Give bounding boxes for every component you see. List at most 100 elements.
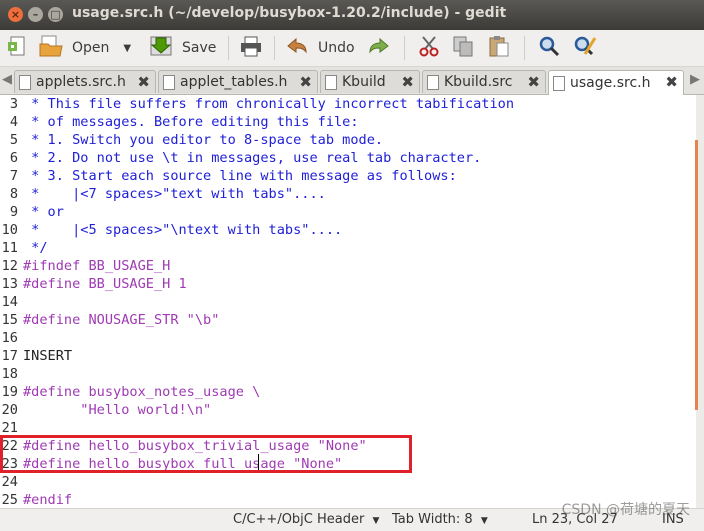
code-text[interactable]: * of messages. Before editing this file:	[23, 113, 358, 131]
open-button[interactable]: Open ▼	[38, 34, 131, 62]
line-number: 24	[1, 474, 18, 490]
tab-label: Kbuild.src	[444, 74, 513, 90]
document-icon	[325, 74, 337, 90]
tab-label: usage.src.h	[570, 75, 651, 91]
code-line[interactable]: 5 * 1. Switch you editor to 8-space tab …	[0, 131, 383, 149]
tab-width-selector[interactable]: Tab Width: 8 ▼	[392, 512, 488, 527]
code-line[interactable]: 7 * 3. Start each source line with messa…	[0, 167, 457, 185]
line-number: 14	[1, 294, 18, 310]
search-replace-button[interactable]	[572, 34, 598, 62]
code-line[interactable]: 24	[0, 473, 23, 491]
code-text[interactable]: */	[23, 239, 47, 257]
close-tab-icon[interactable]: ✖	[527, 73, 540, 91]
code-text[interactable]: * |<5 spaces>"\ntext with tabs"....	[23, 221, 342, 239]
code-text[interactable]: #endif	[23, 491, 72, 508]
tab-usage-src-h[interactable]: usage.src.h ✖	[548, 70, 684, 95]
tab-applet-tables-h[interactable]: applet_tables.h ✖	[158, 70, 318, 93]
code-text[interactable]: "Hello world!\n"	[23, 401, 211, 419]
scrollbar-thumb[interactable]	[695, 140, 698, 410]
close-tab-icon[interactable]: ✖	[665, 73, 678, 91]
code-line[interactable]: 9 * or	[0, 203, 64, 221]
code-line[interactable]: 25 #endif	[0, 491, 72, 508]
code-text[interactable]: #define NOUSAGE_STR "\b"	[23, 311, 219, 329]
line-number: 15	[1, 312, 18, 328]
open-label: Open	[72, 40, 110, 56]
tab-label: applet_tables.h	[180, 74, 288, 90]
save-button[interactable]: Save	[148, 34, 216, 62]
tab-scroll-left-icon[interactable]: ◀	[2, 72, 12, 87]
code-line[interactable]: 8 * |<7 spaces>"text with tabs"....	[0, 185, 326, 203]
tab-kbuild[interactable]: Kbuild ✖	[320, 70, 420, 93]
code-line[interactable]: 19 #define busybox_notes_usage \	[0, 383, 261, 401]
code-line[interactable]: 10 * |<5 spaces>"\ntext with tabs"....	[0, 221, 343, 239]
code-text[interactable]: #define BB_USAGE_H 1	[23, 275, 187, 293]
new-document-button[interactable]	[6, 34, 30, 62]
copy-button[interactable]	[450, 34, 476, 62]
code-line[interactable]: 4 * of messages. Before editing this fil…	[0, 113, 359, 131]
language-selector[interactable]: C/C++/ObjC Header ▼	[233, 512, 379, 527]
paste-button[interactable]	[486, 34, 512, 62]
toolbar-separator	[524, 36, 525, 60]
search-replace-icon	[572, 34, 598, 62]
close-tab-icon[interactable]: ✖	[299, 73, 312, 91]
open-dropdown-icon[interactable]: ▼	[123, 43, 131, 54]
code-line[interactable]: 3 * This file suffers from chronically i…	[0, 95, 514, 113]
line-number: 3	[9, 96, 18, 112]
code-text[interactable]: * |<7 spaces>"text with tabs"....	[23, 185, 326, 203]
language-dropdown-icon: ▼	[372, 516, 380, 526]
code-text[interactable]: * or	[23, 203, 64, 221]
code-line[interactable]: 18	[0, 365, 23, 383]
code-text[interactable]: #define busybox_notes_usage \	[23, 383, 260, 401]
line-number: 20	[1, 402, 18, 418]
code-line[interactable]: 20 "Hello world!\n"	[0, 401, 212, 419]
code-line[interactable]: 12 #ifndef BB_USAGE_H	[0, 257, 171, 275]
undo-button[interactable]: Undo	[284, 34, 355, 62]
close-tab-icon[interactable]: ✖	[401, 73, 414, 91]
save-label: Save	[182, 40, 217, 56]
close-window-button[interactable]: ×	[8, 7, 23, 22]
line-number: 5	[9, 132, 18, 148]
minimize-window-button[interactable]: –	[28, 7, 43, 22]
save-icon	[148, 34, 174, 62]
tab-width-dropdown-icon: ▼	[480, 516, 488, 526]
paste-clipboard-icon	[486, 34, 512, 62]
redo-arrow-icon	[366, 34, 392, 62]
line-number: 6	[9, 150, 18, 166]
line-number: 13	[1, 276, 18, 292]
copy-icon	[450, 34, 476, 62]
redo-button[interactable]	[366, 34, 392, 62]
code-line[interactable]: 15 #define NOUSAGE_STR "\b"	[0, 311, 220, 329]
search-button[interactable]	[536, 34, 562, 62]
code-text[interactable]: * This file suffers from chronically inc…	[23, 95, 514, 113]
code-text[interactable]: INSERT	[23, 347, 72, 365]
line-number: 18	[1, 366, 18, 382]
toolbar-separator	[228, 36, 229, 60]
code-line[interactable]: 13 #define BB_USAGE_H 1	[0, 275, 187, 293]
code-line[interactable]: 11 */	[0, 239, 48, 257]
tab-kbuild-src[interactable]: Kbuild.src ✖	[422, 70, 546, 93]
code-text[interactable]: #ifndef BB_USAGE_H	[23, 257, 170, 275]
code-text[interactable]: * 1. Switch you editor to 8-space tab mo…	[23, 131, 383, 149]
code-text[interactable]: * 2. Do not use \t in messages, use real…	[23, 149, 481, 167]
tab-width-label: Tab Width: 8	[392, 512, 473, 527]
window-title: usage.src.h (~/develop/busybox-1.20.2/in…	[72, 5, 507, 21]
code-text[interactable]: * 3. Start each source line with message…	[23, 167, 457, 185]
undo-label: Undo	[318, 40, 355, 56]
highlight-box	[0, 435, 412, 473]
code-line[interactable]: 14	[0, 293, 23, 311]
printer-icon	[238, 34, 264, 62]
language-label: C/C++/ObjC Header	[233, 512, 365, 527]
code-line[interactable]: 16	[0, 329, 23, 347]
tab-label: Kbuild	[342, 74, 386, 90]
code-line[interactable]: 17 INSERT	[0, 347, 72, 365]
code-line[interactable]: 6 * 2. Do not use \t in messages, use re…	[0, 149, 482, 167]
tab-scroll-right-icon[interactable]: ▶	[690, 72, 700, 87]
text-cursor	[258, 454, 259, 470]
document-icon	[163, 74, 175, 90]
print-button[interactable]	[238, 34, 264, 62]
tab-applets-src-h[interactable]: applets.src.h ✖	[14, 70, 156, 93]
line-number: 25	[1, 492, 18, 508]
close-tab-icon[interactable]: ✖	[137, 73, 150, 91]
cut-button[interactable]	[416, 34, 442, 62]
maximize-window-button[interactable]: □	[48, 7, 63, 22]
